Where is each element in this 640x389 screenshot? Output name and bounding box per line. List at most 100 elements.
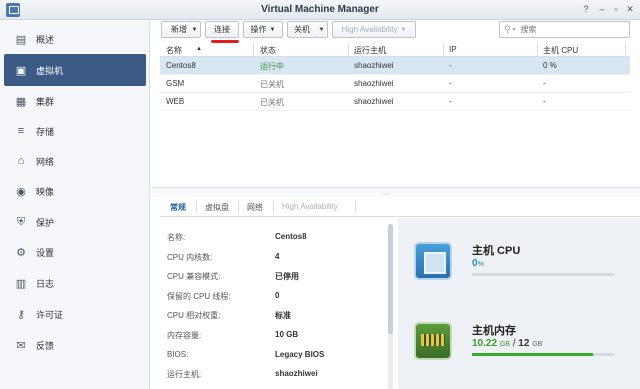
vm-status-cell: 已关机 [260, 80, 284, 89]
property-key: 内存容量: [167, 331, 202, 340]
table-row[interactable]: Centos8 运行中 shaozhiwei - 0 % [160, 57, 630, 75]
vm-host-cell: shaozhiwei [354, 97, 394, 106]
sidebar-item-vm[interactable]: ▣ 虚拟机 [4, 54, 146, 86]
shutdown-dropdown-button[interactable]: ▼ [316, 21, 328, 38]
property-value: 0 [275, 291, 280, 300]
memory-used-unit: GB [499, 341, 510, 348]
shutdown-button[interactable]: 关机 [287, 21, 317, 38]
table-row[interactable]: WEB 已关机 shaozhiwei - - [160, 93, 630, 111]
sidebar-item-feedback[interactable]: ✉ 反馈 [4, 331, 146, 359]
vm-cpu-cell: - [543, 79, 546, 88]
host-memory-value: 10.22 GB / 12 GB [472, 338, 542, 349]
tab-general[interactable]: 常规 [170, 202, 186, 213]
column-header-name[interactable]: 名称 [166, 45, 182, 56]
property-value: 已停用 [275, 272, 299, 281]
property-key: 运行主机: [167, 370, 202, 379]
column-divider [253, 43, 254, 57]
drag-handle-icon: ⋯ [383, 192, 389, 198]
chevron-down-icon: ▼ [511, 26, 517, 33]
vm-status-cell: 运行中 [260, 62, 284, 71]
shutdown-button-label: 关机 [294, 25, 310, 34]
ha-button-label: High Availability [341, 25, 398, 34]
network-icon: ⌂ [17, 155, 25, 167]
overview-icon: ▤ [15, 33, 27, 46]
feedback-icon: ✉ [16, 339, 26, 352]
host-cpu-card: 主机 CPU 0% [410, 238, 625, 298]
sidebar: ▤ 概述 ▣ 虚拟机 ▦ 集群 ≡ 存储 ⌂ 网络 ◉ 映像 ⛨ 保护 ⚙ 设置… [0, 21, 150, 389]
sidebar-item-label: 反馈 [36, 340, 55, 351]
column-header-host-cpu[interactable]: 主机 CPU [543, 45, 578, 56]
tab-divider [238, 201, 239, 213]
vm-name-cell: Centos8 [166, 61, 196, 70]
new-dropdown-button[interactable]: ▼ [189, 21, 201, 38]
help-icon[interactable]: ? [580, 3, 592, 15]
vm-ip-cell: - [449, 97, 452, 106]
maximize-icon[interactable]: ▫ [610, 3, 622, 15]
chevron-down-icon: ▼ [191, 26, 198, 33]
vm-status-cell: 已关机 [260, 98, 284, 107]
property-row: 运行主机: shaozhiwei [167, 369, 387, 383]
property-value: Legacy BIOS [275, 350, 325, 359]
close-icon[interactable]: ✕ [624, 3, 636, 15]
property-value: 10 GB [275, 330, 299, 339]
property-value: 4 [275, 252, 280, 261]
sidebar-item-cluster[interactable]: ▦ 集群 [4, 87, 146, 115]
memory-usage-bar [472, 353, 614, 356]
sidebar-item-license[interactable]: ⚷ 许可证 [4, 300, 146, 328]
tab-virtual-disk[interactable]: 虚拟盘 [205, 202, 229, 213]
property-key: 保留的 CPU 线程: [167, 292, 231, 301]
property-row: 名称: Centos8 [167, 232, 387, 246]
search-input[interactable] [520, 25, 616, 34]
property-row: CPU 内核数: 4 [167, 252, 387, 266]
property-value: shaozhiwei [275, 369, 318, 378]
sidebar-item-image[interactable]: ◉ 映像 [4, 177, 146, 205]
search-box: ⚲ ▼ [499, 21, 630, 38]
title-bar: Virtual Machine Manager ? – ▫ ✕ [0, 0, 640, 20]
host-memory-title: 主机内存 [472, 325, 516, 337]
properties-scrollbar[interactable] [388, 224, 393, 389]
action-button[interactable]: 操作 ▼ [243, 21, 283, 38]
sidebar-item-label: 概述 [36, 34, 55, 45]
sidebar-item-protection[interactable]: ⛨ 保护 [4, 208, 146, 236]
sidebar-item-overview[interactable]: ▤ 概述 [4, 25, 146, 53]
chevron-down-icon: ▼ [318, 26, 325, 33]
sidebar-item-log[interactable]: ▥ 日志 [4, 269, 146, 297]
new-button-label: 新增 [171, 25, 187, 34]
vm-table: 名称 ▲ 状态 运行主机 IP 主机 CPU Centos8 运行中 shaoz… [160, 43, 630, 111]
connect-button[interactable]: 连接 [205, 21, 239, 38]
sidebar-item-label: 许可证 [36, 309, 64, 320]
vm-icon: ▣ [15, 64, 27, 77]
column-header-host[interactable]: 运行主机 [354, 45, 386, 56]
column-header-status[interactable]: 状态 [260, 45, 276, 56]
vm-ip-cell: - [449, 79, 452, 88]
tab-network[interactable]: 网络 [247, 202, 263, 213]
vm-cpu-cell: 0 % [543, 61, 557, 70]
sidebar-item-label: 存储 [36, 126, 55, 137]
cpu-icon [414, 242, 452, 280]
panel-splitter[interactable]: ⋯ [151, 187, 640, 198]
tab-high-availability[interactable]: High Availability [282, 202, 338, 211]
scrollbar-thumb[interactable] [388, 224, 393, 334]
column-divider [443, 43, 444, 57]
table-header: 名称 ▲ 状态 运行主机 IP 主机 CPU [160, 43, 630, 57]
table-row[interactable]: GSM 已关机 shaozhiwei - - [160, 75, 630, 93]
sidebar-item-settings[interactable]: ⚙ 设置 [4, 238, 146, 266]
memory-total-unit: GB [532, 341, 543, 348]
property-key: CPU 内核数: [167, 253, 213, 262]
property-key: 名称: [167, 233, 186, 242]
minimize-icon[interactable]: – [596, 3, 608, 15]
key-icon: ⚷ [16, 308, 26, 321]
sidebar-item-label: 映像 [36, 186, 55, 197]
property-value: Centos8 [275, 232, 307, 241]
column-divider [625, 43, 626, 57]
host-cpu-title: 主机 CPU [472, 245, 521, 257]
chevron-down-icon: ▼ [269, 26, 276, 33]
connect-button-label: 连接 [214, 25, 230, 34]
sidebar-item-storage[interactable]: ≡ 存储 [4, 117, 146, 145]
sidebar-item-network[interactable]: ⌂ 网络 [4, 147, 146, 175]
vm-host-cell: shaozhiwei [354, 79, 394, 88]
shield-icon: ⛨ [16, 215, 26, 228]
column-header-ip[interactable]: IP [449, 45, 457, 54]
high-availability-button[interactable]: High Availability ▼ [332, 21, 416, 38]
property-row: BIOS: Legacy BIOS [167, 350, 387, 364]
